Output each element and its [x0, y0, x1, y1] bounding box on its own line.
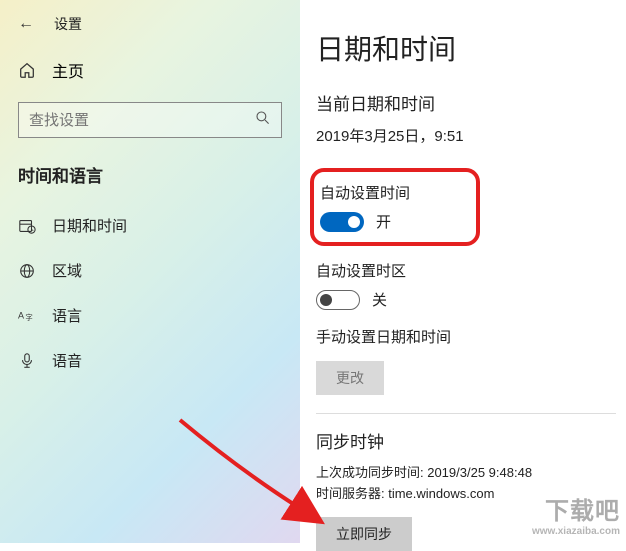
- auto-timezone-toggle[interactable]: [316, 290, 360, 310]
- auto-time-toggle[interactable]: [320, 212, 364, 232]
- search-input[interactable]: [29, 112, 255, 129]
- page-title: 日期和时间: [316, 28, 616, 68]
- auto-time-state: 开: [376, 211, 391, 232]
- auto-time-label: 自动设置时间: [320, 182, 458, 203]
- time-server-text: 时间服务器: time.windows.com: [316, 484, 616, 505]
- highlight-annotation: 自动设置时间 开: [310, 168, 480, 246]
- settings-title: 设置: [54, 14, 82, 34]
- svg-text:字: 字: [25, 313, 32, 322]
- sidebar-item-label: 语言: [52, 305, 82, 326]
- section-header: 时间和语言: [0, 156, 300, 203]
- svg-text:A: A: [18, 310, 24, 320]
- sidebar-item-label: 日期和时间: [52, 215, 127, 236]
- home-icon: [18, 61, 36, 79]
- microphone-icon: [18, 352, 36, 370]
- manual-datetime-label: 手动设置日期和时间: [316, 326, 616, 347]
- sidebar-item-datetime[interactable]: 日期和时间: [0, 203, 300, 248]
- sidebar-item-language[interactable]: A字 语言: [0, 293, 300, 338]
- divider: [316, 413, 616, 414]
- home-label: 主页: [52, 58, 84, 82]
- last-sync-text: 上次成功同步时间: 2019/3/25 9:48:48: [316, 463, 616, 484]
- nav-home[interactable]: 主页: [0, 48, 300, 96]
- sidebar: ← 设置 主页 时间和语言 日期和时间 区域 A字 语言 语音: [0, 0, 300, 543]
- current-datetime-label: 当前日期和时间: [316, 90, 616, 115]
- sidebar-item-label: 区域: [52, 260, 82, 281]
- sync-now-button[interactable]: 立即同步: [316, 517, 412, 551]
- language-icon: A字: [18, 307, 36, 325]
- current-datetime-value: 2019年3月25日，9:51: [316, 125, 616, 146]
- sidebar-item-label: 语音: [52, 350, 82, 371]
- sync-clock-title: 同步时钟: [316, 428, 616, 453]
- auto-timezone-label: 自动设置时区: [316, 260, 616, 281]
- search-box[interactable]: [18, 102, 282, 138]
- sidebar-item-speech[interactable]: 语音: [0, 338, 300, 383]
- main-panel: 日期和时间 当前日期和时间 2019年3月25日，9:51 自动设置时间 开 自…: [300, 0, 626, 543]
- globe-icon: [18, 262, 36, 280]
- auto-timezone-state: 关: [372, 289, 387, 310]
- search-icon: [255, 110, 271, 131]
- change-button: 更改: [316, 361, 384, 395]
- back-arrow-icon[interactable]: ←: [18, 15, 34, 33]
- calendar-clock-icon: [18, 217, 36, 235]
- sidebar-item-region[interactable]: 区域: [0, 248, 300, 293]
